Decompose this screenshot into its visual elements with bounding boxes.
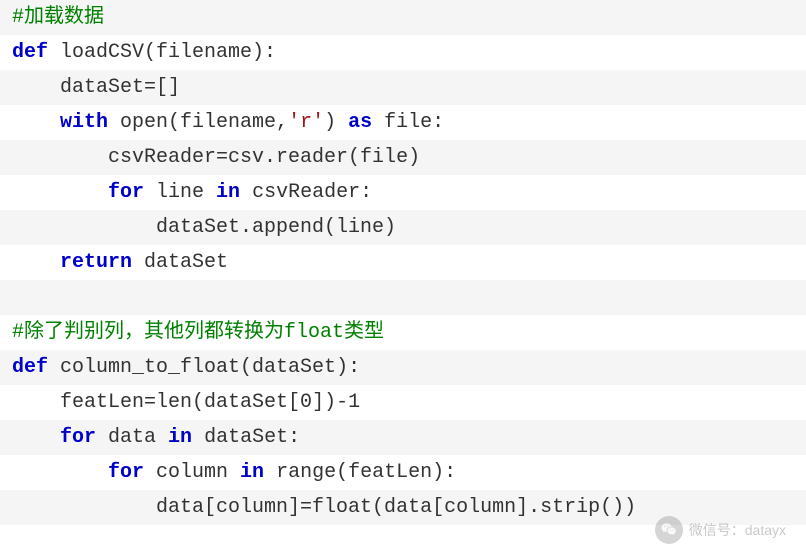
code-token-keyword: def <box>12 356 48 379</box>
code-token-ident: csvReader: <box>240 181 372 204</box>
code-token-keyword: as <box>348 111 372 134</box>
code-token-keyword: for <box>108 181 144 204</box>
code-token-ident: dataSet <box>132 251 228 274</box>
code-token-keyword: for <box>60 426 96 449</box>
code-token-ident: loadCSV(filename): <box>48 41 276 64</box>
code-token-ident: line <box>144 181 216 204</box>
code-token-comment: #加载数据 <box>12 6 104 29</box>
code-line: def loadCSV(filename): <box>0 35 806 70</box>
code-token-ident <box>12 426 60 449</box>
code-line: featLen=len(dataSet[0])-1 <box>0 385 806 420</box>
code-line: #除了判别列，其他列都转换为float类型 <box>0 315 806 350</box>
code-token-string: 'r' <box>288 111 324 134</box>
code-token-keyword: in <box>168 426 192 449</box>
code-line: def column_to_float(dataSet): <box>0 350 806 385</box>
code-token-ident: file: <box>372 111 444 134</box>
code-token-keyword: def <box>12 41 48 64</box>
code-line: for column in range(featLen): <box>0 455 806 490</box>
code-token-ident: dataSet=[] <box>12 76 180 99</box>
code-token-keyword: for <box>108 461 144 484</box>
code-token-ident: open(filename, <box>108 111 288 134</box>
code-token-ident: column <box>144 461 240 484</box>
code-token-comment: #除了判别列，其他列都转换为float类型 <box>12 321 384 344</box>
code-token-ident <box>12 181 108 204</box>
code-block: #加载数据 def loadCSV(filename): dataSet=[] w… <box>0 0 806 525</box>
code-token-ident: range(featLen): <box>264 461 456 484</box>
code-token-keyword: with <box>60 111 108 134</box>
code-token-ident: data[column]=float(data[column].strip()) <box>12 496 636 519</box>
code-token-ident: dataSet: <box>192 426 300 449</box>
code-line: return dataSet <box>0 245 806 280</box>
code-line: dataSet.append(line) <box>0 210 806 245</box>
wechat-icon <box>655 516 683 544</box>
code-token-ident <box>12 251 60 274</box>
code-line <box>0 280 806 315</box>
code-line: with open(filename,'r') as file: <box>0 105 806 140</box>
code-token-ident: ])- <box>312 391 348 414</box>
code-token-ident: column_to_float(dataSet): <box>48 356 360 379</box>
code-line: for line in csvReader: <box>0 175 806 210</box>
code-token-ident: data <box>96 426 168 449</box>
code-token-keyword: return <box>60 251 132 274</box>
code-token-number: 1 <box>348 391 360 414</box>
code-line: #加载数据 <box>0 0 806 35</box>
code-token-ident: csvReader=csv.reader(file) <box>12 146 420 169</box>
code-token-ident: dataSet.append(line) <box>12 216 396 239</box>
watermark-text: 微信号：datayx <box>689 520 786 540</box>
code-token-keyword: in <box>216 181 240 204</box>
watermark: 微信号：datayx <box>655 516 786 544</box>
code-token-ident <box>12 461 108 484</box>
code-token-number: 0 <box>300 391 312 414</box>
code-line: for data in dataSet: <box>0 420 806 455</box>
code-token-ident: ) <box>324 111 348 134</box>
code-token-ident <box>12 111 60 134</box>
code-token-ident: featLen=len(dataSet[ <box>12 391 300 414</box>
code-line: csvReader=csv.reader(file) <box>0 140 806 175</box>
code-line: dataSet=[] <box>0 70 806 105</box>
code-token-keyword: in <box>240 461 264 484</box>
